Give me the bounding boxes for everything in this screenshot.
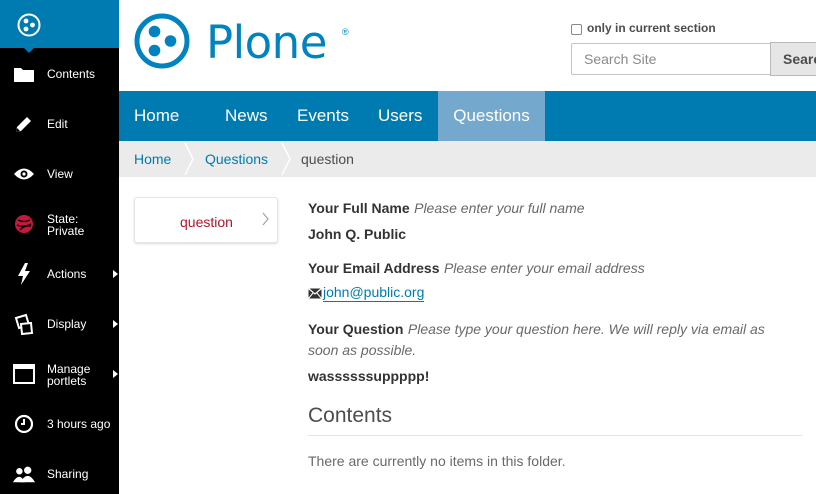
- breadcrumb: Home Questions question: [119, 141, 816, 177]
- breadcrumb-separator-icon: [184, 143, 194, 175]
- toolbar-display[interactable]: Display: [0, 299, 119, 349]
- chevron-right-icon: [113, 270, 118, 278]
- nav-users[interactable]: Users: [378, 91, 422, 141]
- display-icon: [12, 312, 36, 336]
- email-link[interactable]: john@public.org: [323, 284, 425, 302]
- nav-news[interactable]: News: [225, 91, 268, 141]
- toolbar-contents[interactable]: Contents: [0, 49, 119, 99]
- search-button[interactable]: Search: [770, 42, 816, 76]
- toolbar-view[interactable]: View: [0, 149, 119, 199]
- breadcrumb-questions[interactable]: Questions: [205, 141, 268, 177]
- folder-icon: [12, 62, 36, 86]
- logo-wordmark[interactable]: Plone: [206, 14, 327, 72]
- toolbar-logo-button[interactable]: [0, 0, 119, 53]
- email-label: Your Email Address: [308, 260, 440, 276]
- toolbar-history-label: 3 hours ago: [47, 417, 111, 431]
- full-name-help: Please enter your full name: [414, 200, 585, 216]
- contents-heading: Contents: [308, 403, 802, 436]
- plone-logo-icon: [134, 13, 190, 69]
- chevron-right-icon: [113, 320, 118, 328]
- toolbar-state[interactable]: State: Private: [0, 199, 119, 249]
- breadcrumb-separator-icon: [281, 143, 291, 175]
- question-label: Your Question: [308, 321, 404, 337]
- pencil-icon: [12, 112, 36, 136]
- full-name-field-label: Your Full Name Please enter your full na…: [308, 198, 585, 219]
- current-section-checkbox[interactable]: [571, 24, 582, 35]
- nav-questions[interactable]: Questions: [438, 91, 545, 141]
- navigation-portlet: question: [134, 197, 278, 243]
- toolbar-actions[interactable]: Actions: [0, 249, 119, 299]
- question-value: wassssssuppppp!: [308, 368, 430, 384]
- chevron-right-icon: [262, 212, 269, 226]
- toolbar-state-label: State: Private: [47, 213, 84, 237]
- global-navigation: Home News Events Users Questions: [119, 91, 816, 141]
- toolbar-view-label: View: [47, 167, 73, 181]
- chevron-right-icon: [113, 370, 118, 378]
- eye-icon: [12, 162, 36, 186]
- full-name-value: John Q. Public: [308, 226, 407, 242]
- email-help: Please enter your email address: [443, 260, 645, 276]
- breadcrumb-current: question: [301, 151, 354, 167]
- toolbar-state-line2: Private: [47, 224, 85, 238]
- state-icon: [12, 212, 36, 236]
- envelope-icon: [308, 287, 322, 299]
- toolbar-portlets-line2: portlets: [47, 374, 87, 388]
- toolbar-edit[interactable]: Edit: [0, 99, 119, 149]
- toolbar-edit-label: Edit: [47, 117, 68, 131]
- empty-folder-message: There are currently no items in this fol…: [308, 453, 566, 469]
- portlet-item-question[interactable]: question: [180, 214, 233, 230]
- toolbar-manage-portlets-label: Manage portlets: [47, 363, 90, 387]
- lightning-icon: [12, 262, 36, 286]
- email-value: john@public.org: [308, 284, 425, 302]
- toolbar-display-label: Display: [47, 317, 87, 331]
- current-section-label: only in current section: [587, 21, 716, 35]
- breadcrumb-home[interactable]: Home: [134, 141, 171, 177]
- portlets-icon: [12, 362, 36, 386]
- clock-icon: [12, 412, 36, 436]
- email-field-label: Your Email Address Please enter your ema…: [308, 258, 645, 279]
- full-name-label: Your Full Name: [308, 200, 410, 216]
- nav-events[interactable]: Events: [297, 91, 349, 141]
- plone-site-logo[interactable]: [134, 13, 190, 74]
- toolbar-manage-portlets[interactable]: Manage portlets: [0, 349, 119, 399]
- nav-home[interactable]: Home: [134, 91, 179, 141]
- toolbar-sharing-label: Sharing: [47, 467, 89, 481]
- toolbar-sharing[interactable]: Sharing: [0, 449, 119, 494]
- question-field-label: Your Question Please type your question …: [308, 319, 768, 361]
- users-icon: [12, 462, 36, 486]
- plone-toolbar: Contents Edit View State: Private Action…: [0, 0, 119, 494]
- toolbar-contents-label: Contents: [47, 67, 96, 81]
- plone-logo-icon: [17, 13, 41, 37]
- search-input[interactable]: [571, 43, 771, 75]
- toolbar-actions-label: Actions: [47, 267, 87, 281]
- logo-registered-mark: ®: [342, 27, 349, 37]
- toolbar-history[interactable]: 3 hours ago: [0, 399, 119, 449]
